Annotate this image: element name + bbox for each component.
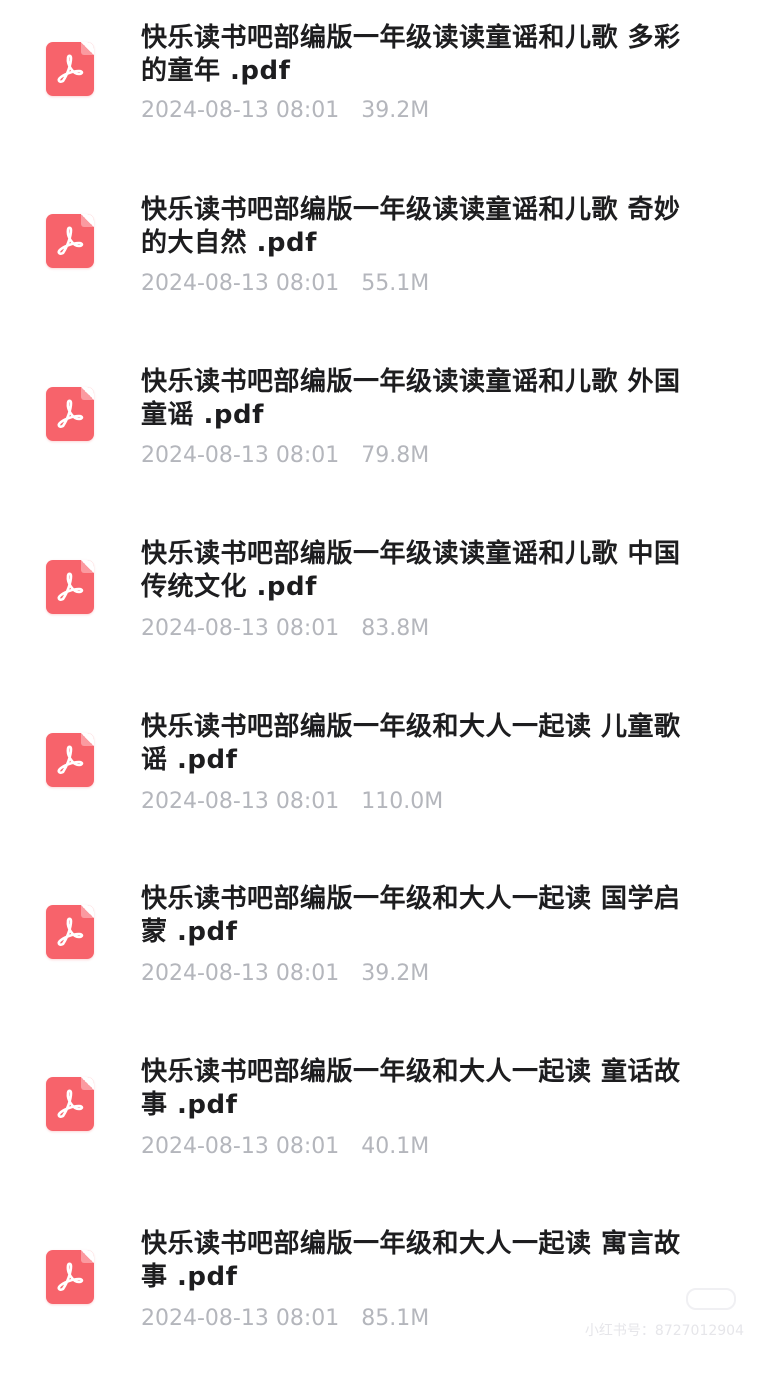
file-size: 85.1M xyxy=(361,1306,430,1331)
watermark: 小红书号：8727012904 xyxy=(584,1323,744,1339)
file-meta: 2024-08-13 08:01 85.1M xyxy=(141,1306,429,1332)
file-size: 39.2M xyxy=(361,961,430,986)
file-name: 快乐读书吧部编版一年级和大人一起读 儿童歌谣 .pdf xyxy=(141,712,681,775)
acrobat-logo-icon xyxy=(57,399,84,428)
pdf-icon xyxy=(46,905,94,959)
file-name: 快乐读书吧部编版一年级和大人一起读 童话故事 .pdf xyxy=(141,1057,681,1120)
acrobat-logo-icon xyxy=(57,917,84,946)
file-item[interactable]: 快乐读书吧部编版一年级和大人一起读 寓言故事 .pdf 2024-08-13 0… xyxy=(0,1207,766,1379)
file-size: 79.8M xyxy=(361,443,430,468)
file-meta: 2024-08-13 08:01 55.1M xyxy=(141,271,429,297)
file-date: 2024-08-13 08:01 xyxy=(141,789,340,814)
pdf-icon xyxy=(46,560,94,614)
file-date: 2024-08-13 08:01 xyxy=(141,1306,340,1331)
acrobat-logo-icon xyxy=(57,572,84,601)
file-date: 2024-08-13 08:01 xyxy=(141,1134,340,1159)
pdf-icon xyxy=(46,1250,94,1304)
pdf-icon xyxy=(46,387,94,441)
file-list: 快乐读书吧部编版一年级读读童谣和儿歌 多彩的童年 .pdf 2024-08-13… xyxy=(0,0,766,1358)
file-meta: 2024-08-13 08:01 40.1M xyxy=(141,1134,429,1160)
acrobat-logo-icon xyxy=(57,54,84,83)
file-size: 110.0M xyxy=(361,789,444,814)
file-meta: 2024-08-13 08:01 79.8M xyxy=(141,443,429,469)
file-date: 2024-08-13 08:01 xyxy=(141,271,340,296)
file-meta: 2024-08-13 08:01 83.8M xyxy=(141,616,429,642)
pdf-icon xyxy=(46,214,94,268)
file-item[interactable]: 快乐读书吧部编版一年级读读童谣和儿歌 多彩的童年 .pdf 2024-08-13… xyxy=(0,0,766,172)
file-item[interactable]: 快乐读书吧部编版一年级和大人一起读 国学启蒙 .pdf 2024-08-13 0… xyxy=(0,862,766,1034)
file-item[interactable]: 快乐读书吧部编版一年级和大人一起读 童话故事 .pdf 2024-08-13 0… xyxy=(0,1035,766,1207)
file-item[interactable]: 快乐读书吧部编版一年级读读童谣和儿歌 中国传统文化 .pdf 2024-08-1… xyxy=(0,517,766,689)
pdf-icon xyxy=(46,42,94,96)
file-size: 39.2M xyxy=(361,98,430,123)
file-name: 快乐读书吧部编版一年级和大人一起读 国学启蒙 .pdf xyxy=(141,884,681,947)
file-size: 40.1M xyxy=(361,1134,430,1159)
file-date: 2024-08-13 08:01 xyxy=(141,961,340,986)
file-size: 55.1M xyxy=(361,271,430,296)
file-item[interactable]: 快乐读书吧部编版一年级读读童谣和儿歌 奇妙的大自然 .pdf 2024-08-1… xyxy=(0,172,766,344)
file-item[interactable]: 快乐读书吧部编版一年级读读童谣和儿歌 外国童谣 .pdf 2024-08-13 … xyxy=(0,345,766,517)
file-size: 83.8M xyxy=(361,616,430,641)
watermark-logo xyxy=(686,1288,736,1310)
file-meta: 2024-08-13 08:01 39.2M xyxy=(141,98,429,124)
file-date: 2024-08-13 08:01 xyxy=(141,443,340,468)
acrobat-logo-icon xyxy=(57,226,84,255)
pdf-icon xyxy=(46,733,94,787)
file-item[interactable]: 快乐读书吧部编版一年级和大人一起读 儿童歌谣 .pdf 2024-08-13 0… xyxy=(0,690,766,862)
pdf-icon xyxy=(46,1077,94,1131)
file-name: 快乐读书吧部编版一年级和大人一起读 寓言故事 .pdf xyxy=(141,1229,681,1292)
file-name: 快乐读书吧部编版一年级读读童谣和儿歌 外国童谣 .pdf xyxy=(141,367,681,430)
file-name: 快乐读书吧部编版一年级读读童谣和儿歌 奇妙的大自然 .pdf xyxy=(141,195,681,258)
file-date: 2024-08-13 08:01 xyxy=(141,98,340,123)
acrobat-logo-icon xyxy=(57,1089,84,1118)
file-date: 2024-08-13 08:01 xyxy=(141,616,340,641)
acrobat-logo-icon xyxy=(57,745,84,774)
file-meta: 2024-08-13 08:01 39.2M xyxy=(141,961,429,987)
file-name: 快乐读书吧部编版一年级读读童谣和儿歌 中国传统文化 .pdf xyxy=(141,539,681,602)
file-name: 快乐读书吧部编版一年级读读童谣和儿歌 多彩的童年 .pdf xyxy=(141,23,681,86)
file-meta: 2024-08-13 08:01 110.0M xyxy=(141,789,443,815)
acrobat-logo-icon xyxy=(57,1262,84,1291)
